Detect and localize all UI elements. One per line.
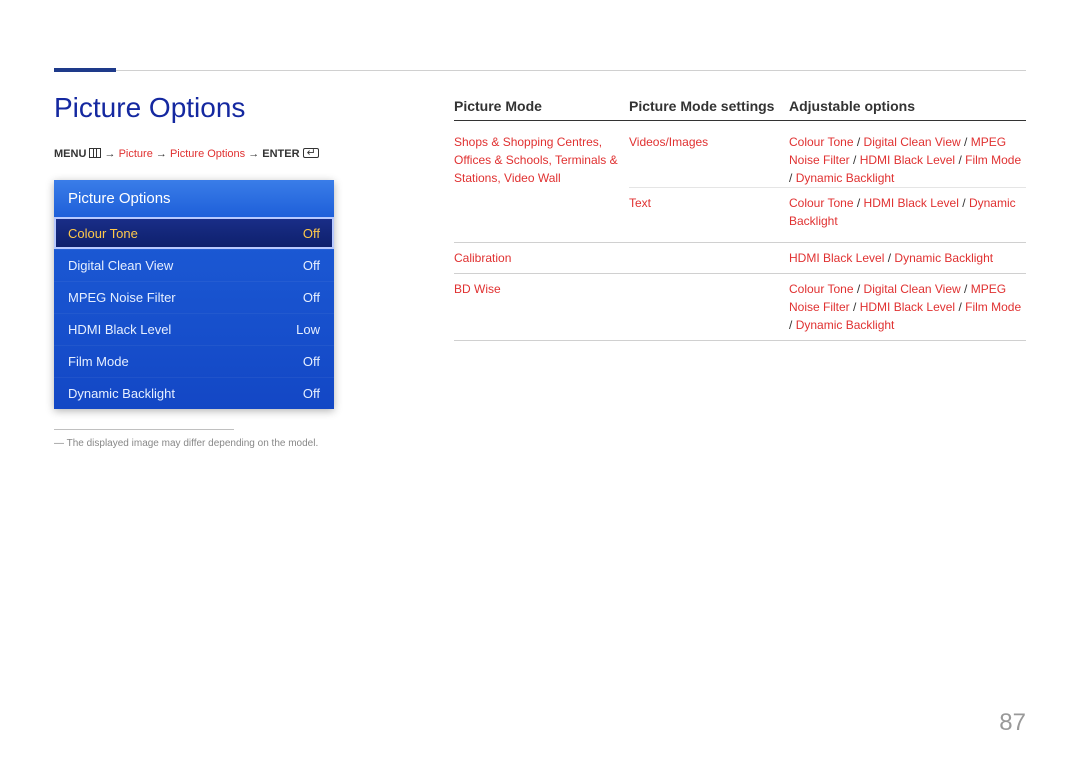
osd-item[interactable]: Colour Tone Off	[54, 217, 334, 249]
footnote: ― The displayed image may differ dependi…	[54, 438, 394, 449]
table-body: Shops & Shopping Centres, Offices & Scho…	[454, 127, 1026, 341]
cell-settings: Text	[629, 194, 789, 230]
th-picture-mode: Picture Mode	[454, 98, 629, 114]
th-adjustable: Adjustable options	[789, 98, 1026, 114]
osd-item-value: Off	[303, 354, 320, 369]
cell-options: Colour Tone / HDMI Black Level / Dynamic…	[789, 194, 1026, 230]
osd-item[interactable]: Digital Clean View Off	[54, 249, 334, 281]
osd-item-label: HDMI Black Level	[68, 322, 171, 337]
osd-items: Colour ToneOffDigital Clean ViewOffMPEG …	[54, 217, 334, 409]
osd-item-value: Off	[303, 226, 320, 241]
cell-settings: Videos/Images	[629, 133, 789, 187]
left-column: Picture Options MENU → Picture → Picture…	[54, 92, 394, 449]
cell-picture-mode: Shops & Shopping Centres, Offices & Scho…	[454, 133, 629, 236]
cell-options: Colour Tone / Digital Clean View / MPEG …	[789, 280, 1026, 334]
cell-options: Colour Tone / Digital Clean View / MPEG …	[789, 133, 1026, 187]
osd-item-label: Film Mode	[68, 354, 129, 369]
osd-item-value: Off	[303, 386, 320, 401]
osd-item-label: MPEG Noise Filter	[68, 290, 176, 305]
menu-icon	[89, 148, 101, 158]
options-table: Picture Mode Picture Mode settings Adjus…	[454, 98, 1026, 341]
osd-item-label: Colour Tone	[68, 226, 138, 241]
osd-item[interactable]: Dynamic Backlight Off	[54, 377, 334, 409]
osd-item[interactable]: Film Mode Off	[54, 345, 334, 377]
osd-item-value: Off	[303, 290, 320, 305]
osd-item[interactable]: MPEG Noise Filter Off	[54, 281, 334, 313]
page-title: Picture Options	[54, 92, 394, 124]
cell-settings	[629, 249, 789, 267]
footnote-rule	[54, 429, 234, 430]
osd-item[interactable]: HDMI Black Level Low	[54, 313, 334, 345]
cell-options: HDMI Black Level / Dynamic Backlight	[789, 249, 1026, 267]
osd-item-value: Off	[303, 258, 320, 273]
osd-item-label: Digital Clean View	[68, 258, 173, 273]
osd-panel: Picture Options Colour ToneOffDigital Cl…	[54, 180, 334, 409]
table-row: Calibration HDMI Black Level / Dynamic Ba…	[454, 243, 1026, 274]
breadcrumb-menu: MENU	[54, 148, 86, 160]
page-number: 87	[999, 709, 1026, 737]
cell-settings	[629, 280, 789, 334]
enter-icon	[303, 148, 319, 158]
header-accent	[54, 68, 116, 72]
table-row: BD Wise Colour Tone / Digital Clean View …	[454, 274, 1026, 341]
osd-item-label: Dynamic Backlight	[68, 386, 175, 401]
breadcrumb-picture-options: Picture Options	[170, 148, 245, 160]
right-column: Picture Mode Picture Mode settings Adjus…	[454, 98, 1026, 449]
table-row: Shops & Shopping Centres, Offices & Scho…	[454, 127, 1026, 243]
th-settings: Picture Mode settings	[629, 98, 789, 114]
osd-title: Picture Options	[54, 180, 334, 217]
osd-item-value: Low	[296, 322, 320, 337]
header-rule	[116, 70, 1026, 71]
breadcrumb-picture: Picture	[119, 148, 153, 160]
cell-picture-mode: BD Wise	[454, 280, 629, 334]
table-header: Picture Mode Picture Mode settings Adjus…	[454, 98, 1026, 121]
breadcrumb: MENU → Picture → Picture Options → ENTER	[54, 148, 394, 160]
cell-picture-mode: Calibration	[454, 249, 629, 267]
breadcrumb-enter: ENTER	[262, 148, 299, 160]
content-area: Picture Options MENU → Picture → Picture…	[54, 92, 1026, 449]
